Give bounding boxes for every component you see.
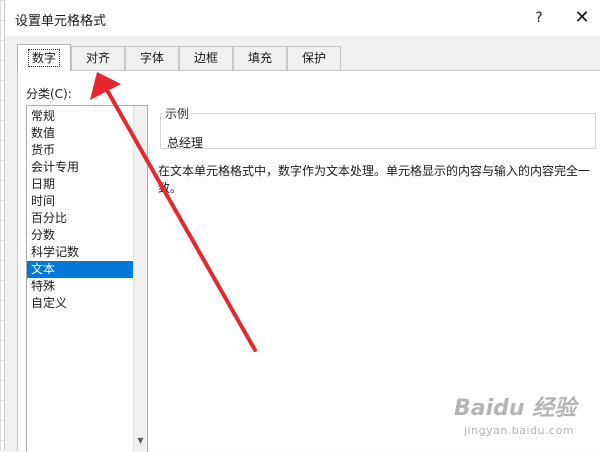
category-item[interactable]: 常规 — [27, 108, 134, 125]
tab-label: 对齐 — [85, 51, 110, 65]
tab-label: 数字 — [27, 49, 61, 67]
title-bar: 设置单元格格式 ? ✕ — [5, 0, 600, 36]
category-item[interactable]: 数值 — [27, 125, 134, 142]
sample-value: 总经理 — [167, 136, 204, 150]
list-scrollbar[interactable]: ▼ — [133, 106, 147, 452]
category-item[interactable]: 科学记数 — [27, 244, 134, 261]
sample-group: 示例 总经理 — [160, 105, 596, 150]
tab-label: 边框 — [193, 51, 218, 65]
tab-label: 填充 — [247, 51, 272, 65]
dialog-title: 设置单元格格式 — [15, 14, 107, 29]
category-item[interactable]: 分数 — [27, 227, 134, 244]
format-cells-dialog: 设置单元格格式 ? ✕ 数字 对齐 字体 边框 填充 保护 分类(C): 常规 … — [4, 0, 600, 452]
tab-fill[interactable]: 填充 — [233, 46, 287, 70]
category-item[interactable]: 会计专用 — [27, 159, 134, 176]
tab-label: 保护 — [301, 51, 326, 65]
watermark-url: jingyan.baidu.com — [464, 424, 575, 437]
baidu-watermark: Baidu 经验 jingyan.baidu.com — [448, 384, 598, 448]
help-button[interactable]: ? — [525, 6, 553, 30]
category-item[interactable]: 自定义 — [27, 295, 134, 312]
category-item[interactable]: 货币 — [27, 142, 134, 159]
chevron-down-icon[interactable]: ▼ — [134, 434, 147, 448]
tab-font[interactable]: 字体 — [125, 46, 179, 70]
tab-number[interactable]: 数字 — [17, 44, 71, 71]
category-item[interactable]: 百分比 — [27, 210, 134, 227]
category-item[interactable]: 时间 — [27, 193, 134, 210]
tab-alignment[interactable]: 对齐 — [71, 46, 125, 70]
category-item[interactable]: 日期 — [27, 176, 134, 193]
category-item[interactable]: 特殊 — [27, 278, 134, 295]
sample-legend: 示例 — [163, 105, 192, 122]
category-list[interactable]: 常规 数值 货币 会计专用 日期 时间 百分比 分数 科学记数 文本 特殊 自定… — [26, 105, 148, 452]
format-description: 在文本单元格格式中，数字作为文本处理。单元格显示的内容与输入的内容完全一致。 — [158, 164, 591, 195]
category-label: 分类(C): — [26, 87, 72, 101]
tab-label: 字体 — [139, 51, 164, 65]
watermark-logo: Baidu 经验 — [454, 396, 577, 421]
tab-border[interactable]: 边框 — [179, 46, 233, 70]
tab-protection[interactable]: 保护 — [287, 46, 341, 70]
category-item-selected[interactable]: 文本 — [27, 261, 134, 278]
close-button[interactable]: ✕ — [568, 6, 596, 30]
